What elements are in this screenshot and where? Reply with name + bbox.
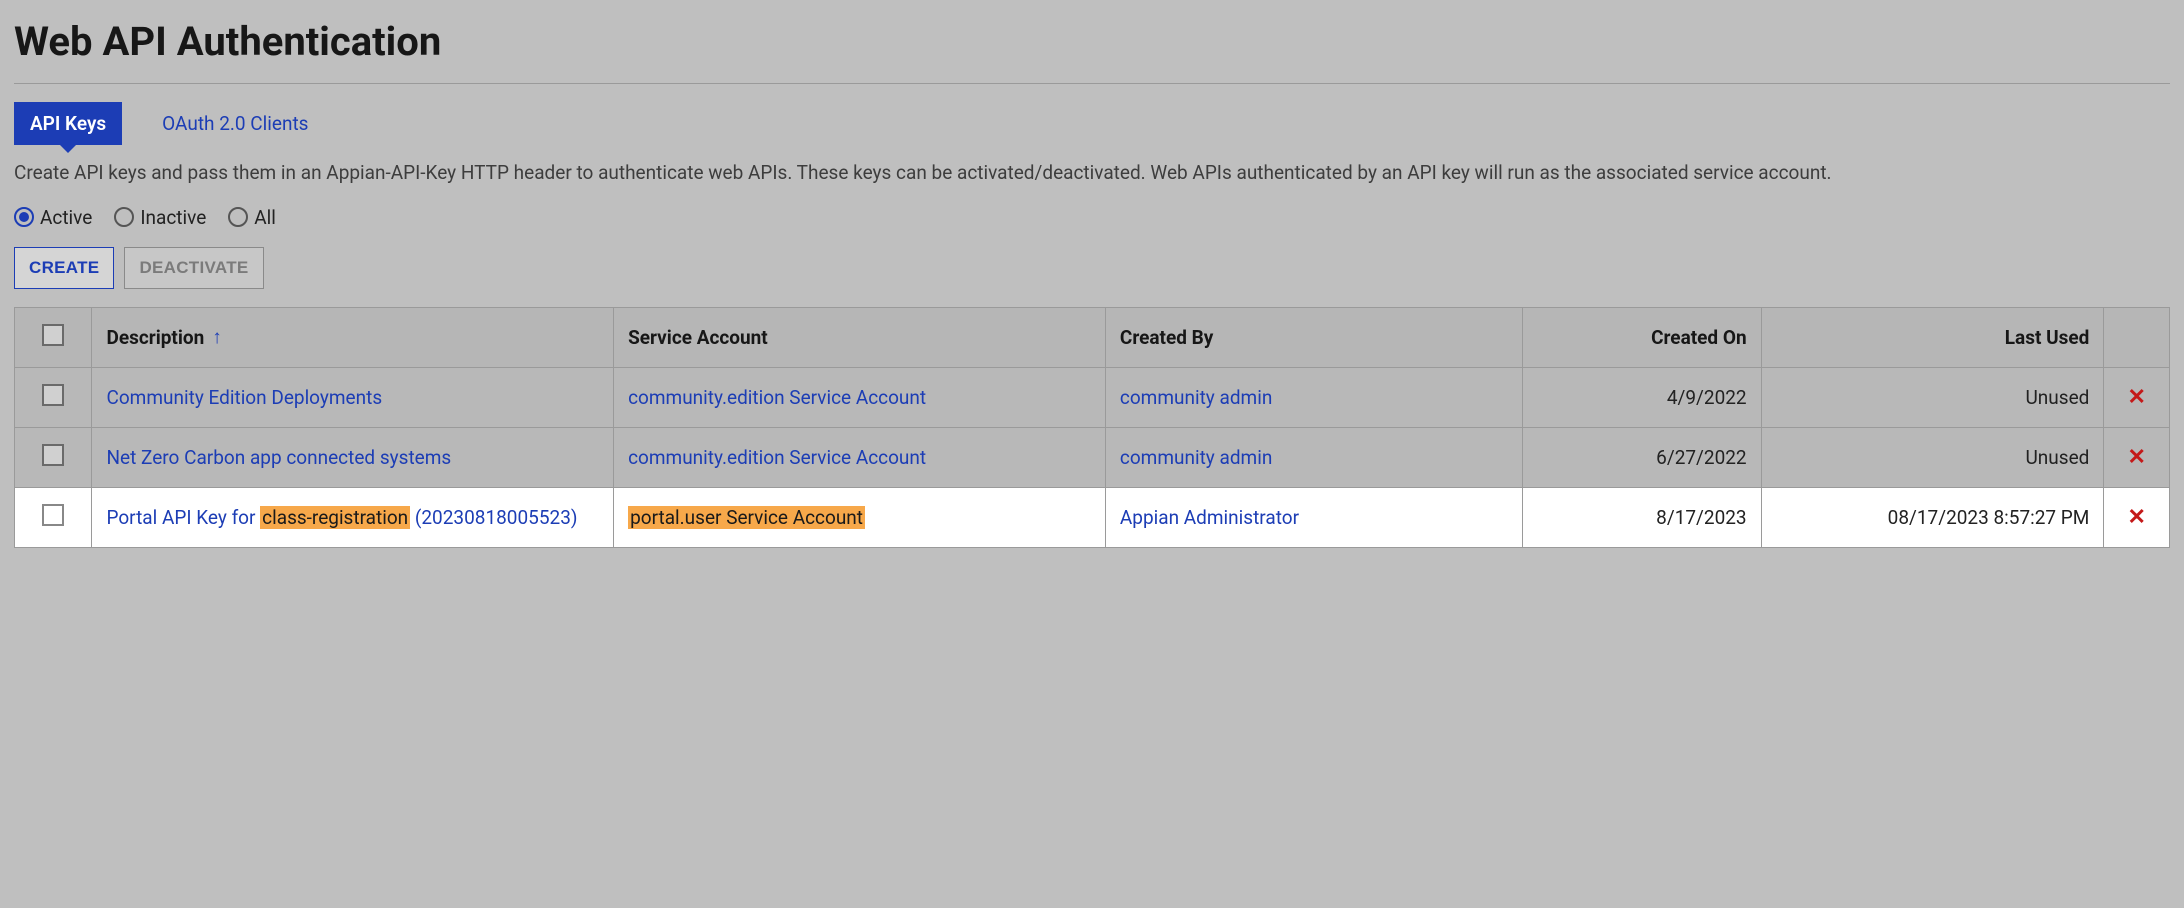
header-label: Created By [1120, 326, 1213, 349]
created-by-link[interactable]: Appian Administrator [1120, 506, 1299, 529]
header-created-on[interactable]: Created On [1523, 307, 1761, 367]
checkbox-icon [42, 324, 64, 346]
description-suffix: (20230818005523) [410, 506, 577, 529]
created-by-link[interactable]: community admin [1120, 446, 1272, 469]
header-select-all[interactable] [15, 307, 92, 367]
row-description[interactable]: Community Edition Deployments [92, 367, 614, 427]
row-created-on: 8/17/2023 [1523, 487, 1761, 547]
row-description[interactable]: Net Zero Carbon app connected systems [92, 427, 614, 487]
row-created-by[interactable]: community admin [1105, 427, 1522, 487]
radio-icon [14, 207, 34, 227]
divider [14, 83, 2170, 84]
action-button-row: CREATE DEACTIVATE [14, 247, 2170, 289]
filter-radio-group: Active Inactive All [14, 206, 2170, 229]
row-created-on: 6/27/2022 [1523, 427, 1761, 487]
description-link[interactable]: Portal API Key for class-registration (2… [106, 506, 577, 529]
tab-description: Create API keys and pass them in an Appi… [14, 159, 2170, 188]
row-description[interactable]: Portal API Key for class-registration (2… [92, 487, 614, 547]
service-account-link[interactable]: community.edition Service Account [628, 386, 926, 409]
table-row: Net Zero Carbon app connected systems com… [15, 427, 2170, 487]
row-created-by[interactable]: community admin [1105, 367, 1522, 427]
description-prefix: Portal API Key for [106, 506, 260, 529]
service-account-link[interactable]: community.edition Service Account [628, 446, 926, 469]
row-select[interactable] [15, 427, 92, 487]
checkbox-icon [42, 444, 64, 466]
checkbox-icon [42, 384, 64, 406]
row-last-used: 08/17/2023 8:57:27 PM [1761, 487, 2104, 547]
row-delete[interactable]: ✕ [2104, 487, 2170, 547]
radio-label: All [254, 206, 276, 229]
delete-icon: ✕ [2127, 505, 2145, 530]
delete-icon: ✕ [2127, 445, 2145, 470]
row-last-used: Unused [1761, 427, 2104, 487]
radio-icon [114, 207, 134, 227]
row-service-account[interactable]: community.edition Service Account [614, 427, 1106, 487]
tab-bar: API Keys OAuth 2.0 Clients [14, 102, 2170, 145]
radio-label: Inactive [140, 206, 206, 229]
delete-icon: ✕ [2127, 385, 2145, 410]
deactivate-button[interactable]: DEACTIVATE [124, 247, 263, 289]
row-last-used: Unused [1761, 367, 2104, 427]
table-row: Portal API Key for class-registration (2… [15, 487, 2170, 547]
tab-oauth-clients[interactable]: OAuth 2.0 Clients [146, 102, 324, 145]
create-button[interactable]: CREATE [14, 247, 114, 289]
header-label: Created On [1651, 326, 1747, 349]
header-label: Description [106, 326, 204, 349]
row-created-on: 4/9/2022 [1523, 367, 1761, 427]
header-created-by[interactable]: Created By [1105, 307, 1522, 367]
radio-all[interactable]: All [228, 206, 276, 229]
description-link[interactable]: Net Zero Carbon app connected systems [106, 446, 451, 469]
page-title: Web API Authentication [14, 18, 2170, 65]
header-label: Service Account [628, 326, 768, 349]
row-select[interactable] [15, 367, 92, 427]
radio-inactive[interactable]: Inactive [114, 206, 206, 229]
row-delete[interactable]: ✕ [2104, 427, 2170, 487]
tab-api-keys[interactable]: API Keys [14, 102, 122, 145]
header-last-used[interactable]: Last Used [1761, 307, 2104, 367]
service-account-link[interactable]: portal.user Service Account [628, 506, 865, 529]
row-created-by[interactable]: Appian Administrator [1105, 487, 1522, 547]
row-select[interactable] [15, 487, 92, 547]
description-link[interactable]: Community Edition Deployments [106, 386, 382, 409]
table-header-row: Description ↑ Service Account Created By… [15, 307, 2170, 367]
sort-asc-icon: ↑ [212, 325, 222, 349]
table-row: Community Edition Deployments community.e… [15, 367, 2170, 427]
row-delete[interactable]: ✕ [2104, 367, 2170, 427]
description-highlight: class-registration [260, 506, 410, 529]
header-service-account[interactable]: Service Account [614, 307, 1106, 367]
header-description[interactable]: Description ↑ [92, 307, 614, 367]
checkbox-icon [42, 504, 64, 526]
header-label: Last Used [2005, 326, 2090, 349]
radio-active[interactable]: Active [14, 206, 92, 229]
row-service-account[interactable]: community.edition Service Account [614, 367, 1106, 427]
row-service-account[interactable]: portal.user Service Account [614, 487, 1106, 547]
api-keys-table: Description ↑ Service Account Created By… [14, 307, 2170, 548]
header-delete [2104, 307, 2170, 367]
radio-label: Active [40, 206, 92, 229]
created-by-link[interactable]: community admin [1120, 386, 1272, 409]
radio-icon [228, 207, 248, 227]
